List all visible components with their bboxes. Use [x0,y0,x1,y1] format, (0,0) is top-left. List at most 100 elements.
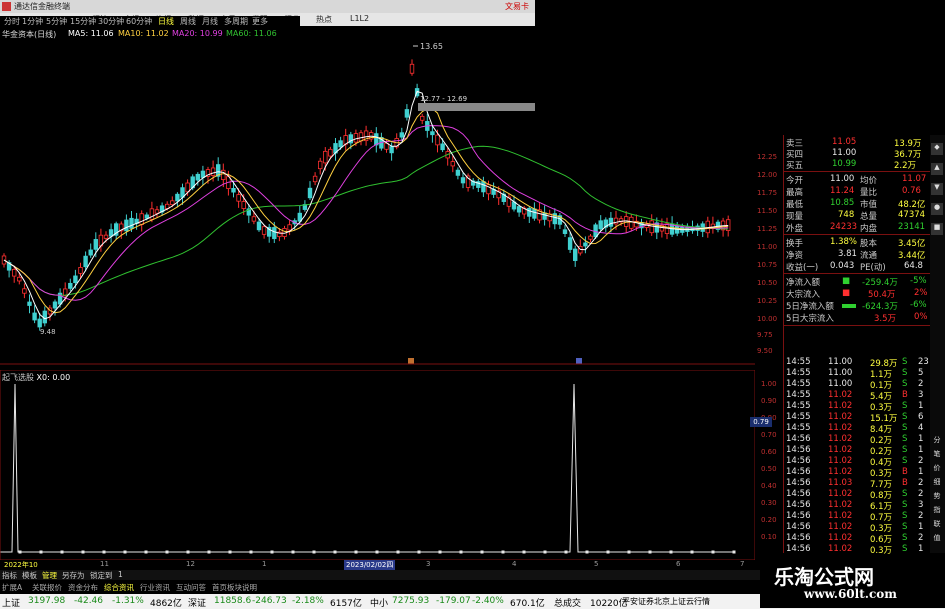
period-tab[interactable]: 60分钟 [126,16,152,27]
indicator-point [585,550,589,554]
date-tick: 11 [100,560,109,568]
candle-body [562,229,568,234]
toolbar-tab[interactable]: 指标 [2,570,17,581]
tick-p: 11.02 [828,401,853,411]
side-tab[interactable]: 指 [931,505,943,517]
info-tab[interactable]: 资金分布 [68,582,98,593]
candle-body [17,276,22,282]
ma5-label: MA5: 11.06 [68,29,114,38]
indicator-point [627,550,631,554]
candle-body [455,169,461,176]
tick-row: 14:55 11.02 0.3万 S 1 [784,401,930,413]
event-marker[interactable] [576,358,582,364]
period-tab[interactable]: 15分钟 [70,16,96,27]
sidebar-icon[interactable]: ◆ [931,143,943,155]
toolbar-tab[interactable]: 1 [118,570,123,579]
sidebar-icon[interactable]: ■ [931,223,943,235]
candle-body [323,150,328,164]
toolbar-tab[interactable]: 模板 [22,570,37,581]
candle-body [221,169,226,181]
tick-n: 2 [918,478,924,488]
side-tab[interactable]: 细 [931,477,943,489]
info-tab[interactable]: 首页板块说明 [212,582,257,593]
period-tab[interactable]: 周线 [180,16,196,27]
index-name[interactable]: 深证 [188,596,206,609]
date-tick: 2022年10 [4,561,38,569]
side-tab[interactable]: 价 [931,463,943,475]
side-tab[interactable]: 笔 [931,449,943,461]
candle-body [154,209,160,214]
candle-body [231,188,236,193]
candle-body [73,275,78,284]
candle-body [573,248,578,261]
broker-label[interactable]: 文易卡 [505,1,529,12]
tick-p: 11.02 [828,522,853,532]
candle-body [241,201,246,209]
tick-n: 2 [918,489,924,499]
indicator-point [39,550,43,554]
tick-row: 14:56 11.02 0.2万 S 1 [784,445,930,457]
info-tab[interactable]: 互动问答 [176,582,206,593]
period-tab-selected[interactable]: 日线 [158,16,174,27]
menu-item[interactable]: 热点 [316,14,332,25]
tick-s: B [902,467,908,477]
period-tab[interactable]: 月线 [202,16,218,27]
info-tab[interactable]: 综合资讯 [104,582,134,593]
toolbar-tab[interactable]: 管理 [42,570,57,581]
info-tab[interactable]: 扩展A [2,582,22,593]
order-book-row: 买五 10.99 2.2万 [786,159,917,171]
candle-body [68,282,73,289]
indicator-tick: 1.00 [761,380,777,388]
price-tick: 10.25 [757,297,778,305]
indicator-tick: 0.20 [761,516,777,524]
stats-row: 最高 11.24 量比 0.76 [786,186,921,198]
candlestick-chart[interactable]: 13.65 12.77 - 12.69 9.48 [0,40,755,365]
period-tab[interactable]: 30分钟 [98,16,124,27]
event-marker[interactable] [408,358,414,364]
menu-item[interactable]: L1L2 [350,14,369,23]
flow-row: 5日大宗流入 3.5万 0% [786,312,928,324]
tick-s: S [902,368,908,378]
period-tab[interactable]: 1分钟 [22,16,43,27]
indicator-point [501,550,505,554]
period-tab[interactable]: 多周期 [224,16,248,27]
side-tab[interactable]: 分 [931,435,943,447]
flow-bar [842,304,856,308]
tick-s: B [902,478,908,488]
index-name[interactable]: 上证 [2,596,20,609]
candle-body [139,213,144,225]
indicator-point [291,550,295,554]
candle-body [532,208,537,219]
tick-t: 14:55 [786,390,811,400]
toolbar-tab[interactable]: 另存为 [62,570,85,581]
index-name[interactable]: 中小 [370,596,388,609]
candle-body [175,193,180,202]
candle-body [588,235,593,240]
side-tab[interactable]: 联 [931,519,943,531]
tick-list[interactable]: 14:55 11.00 29.8万 S 23 14:55 11.00 1.1万 S 5 14:55 1… [784,357,930,557]
candle-body [261,226,267,235]
right-sidebar: ◆ ▲ ▼ ● ■ 分 笔 价 细 势 指 联 值 [930,135,945,553]
indicator-chart[interactable] [0,370,755,560]
ma60-label: MA60: 11.06 [226,29,277,38]
side-tab[interactable]: 势 [931,491,943,503]
info-tab[interactable]: 行业资讯 [140,582,170,593]
title-bar: 通达信金融终端 文易卡 [0,0,535,13]
period-tab[interactable]: 更多 [252,16,268,27]
toolbar-tab[interactable]: 锁定到 [90,570,113,581]
side-tab[interactable]: 值 [931,533,943,545]
sidebar-icon[interactable]: ▲ [931,163,943,175]
candle-body [27,301,32,306]
tick-s: S [902,522,908,532]
low-price-label: 9.48 [40,328,56,336]
sidebar-icon[interactable]: ● [931,203,943,215]
candle-body [338,140,343,148]
sidebar-icon[interactable]: ▼ [931,183,943,195]
period-tab[interactable]: 分时 [4,16,20,27]
info-tab[interactable]: 关联报价 [32,582,62,593]
tick-p: 11.02 [828,390,853,400]
tick-p: 11.02 [828,533,853,543]
tick-n: 6 [918,412,924,422]
period-tab[interactable]: 5分钟 [46,16,67,27]
price-tick: 10.00 [757,315,778,323]
